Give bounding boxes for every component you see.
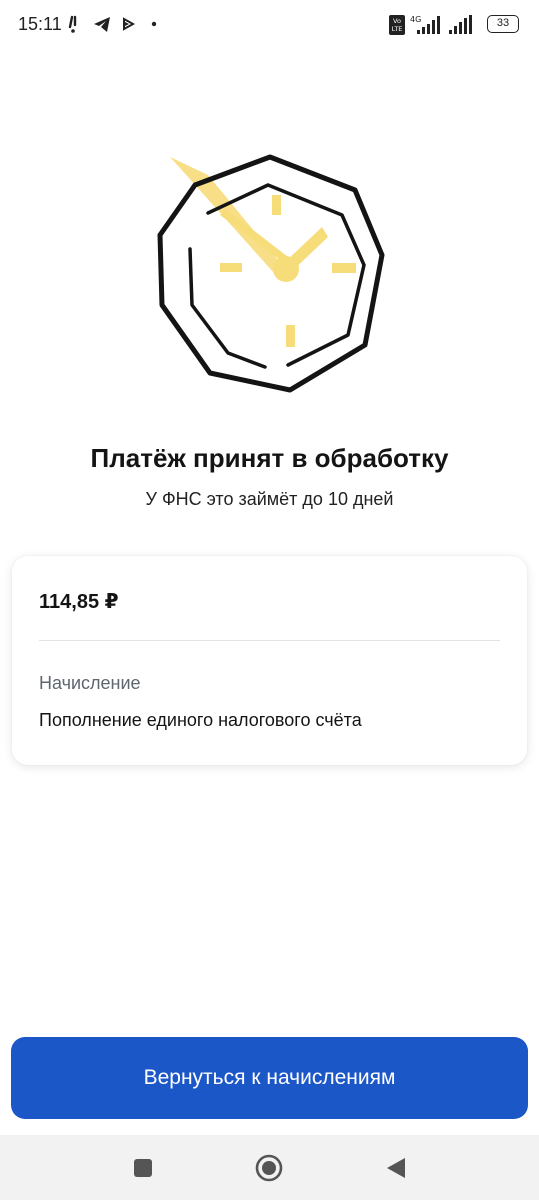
return-to-charges-button[interactable]: Вернуться к начислениям xyxy=(11,1037,528,1119)
page-title: Платёж принят в обработку xyxy=(90,443,449,473)
payment-amount: 114,85 ₽ xyxy=(39,591,119,613)
svg-text:4G: 4G xyxy=(410,15,421,24)
play-icon xyxy=(123,17,136,31)
back-icon xyxy=(387,1158,405,1178)
recent-apps-icon xyxy=(134,1159,152,1177)
dot-icon xyxy=(151,21,157,27)
svg-text:LTE: LTE xyxy=(392,25,403,33)
back-button[interactable] xyxy=(380,1153,410,1183)
battery-icon: 33 xyxy=(487,15,519,33)
system-nav-bar xyxy=(0,1135,539,1200)
svg-text:Vo: Vo xyxy=(393,17,401,25)
notification-icon xyxy=(68,15,77,33)
clock-illustration xyxy=(150,145,390,400)
recent-apps-button[interactable] xyxy=(128,1153,158,1183)
card-divider xyxy=(39,640,500,641)
status-bar: 15:11 Vo LTE 4G 33 xyxy=(0,0,539,50)
telegram-icon xyxy=(94,17,110,32)
status-left-icons xyxy=(68,13,163,40)
volte-icon: Vo LTE xyxy=(389,15,405,35)
page-subtitle: У ФНС это займёт до 10 дней xyxy=(145,489,394,509)
home-icon xyxy=(255,1154,283,1182)
signal-icon xyxy=(449,15,472,34)
charge-label: Начисление xyxy=(39,673,141,693)
payment-card: 114,85 ₽ Начисление Пополнение единого н… xyxy=(12,556,527,765)
signal-4g-icon: 4G xyxy=(410,15,440,34)
clock-icon xyxy=(157,154,385,393)
status-right-icons: Vo LTE 4G xyxy=(389,14,479,41)
status-time: 15:11 xyxy=(18,14,62,34)
charge-value: Пополнение единого налогового счёта xyxy=(39,710,362,730)
home-button[interactable] xyxy=(254,1153,284,1183)
